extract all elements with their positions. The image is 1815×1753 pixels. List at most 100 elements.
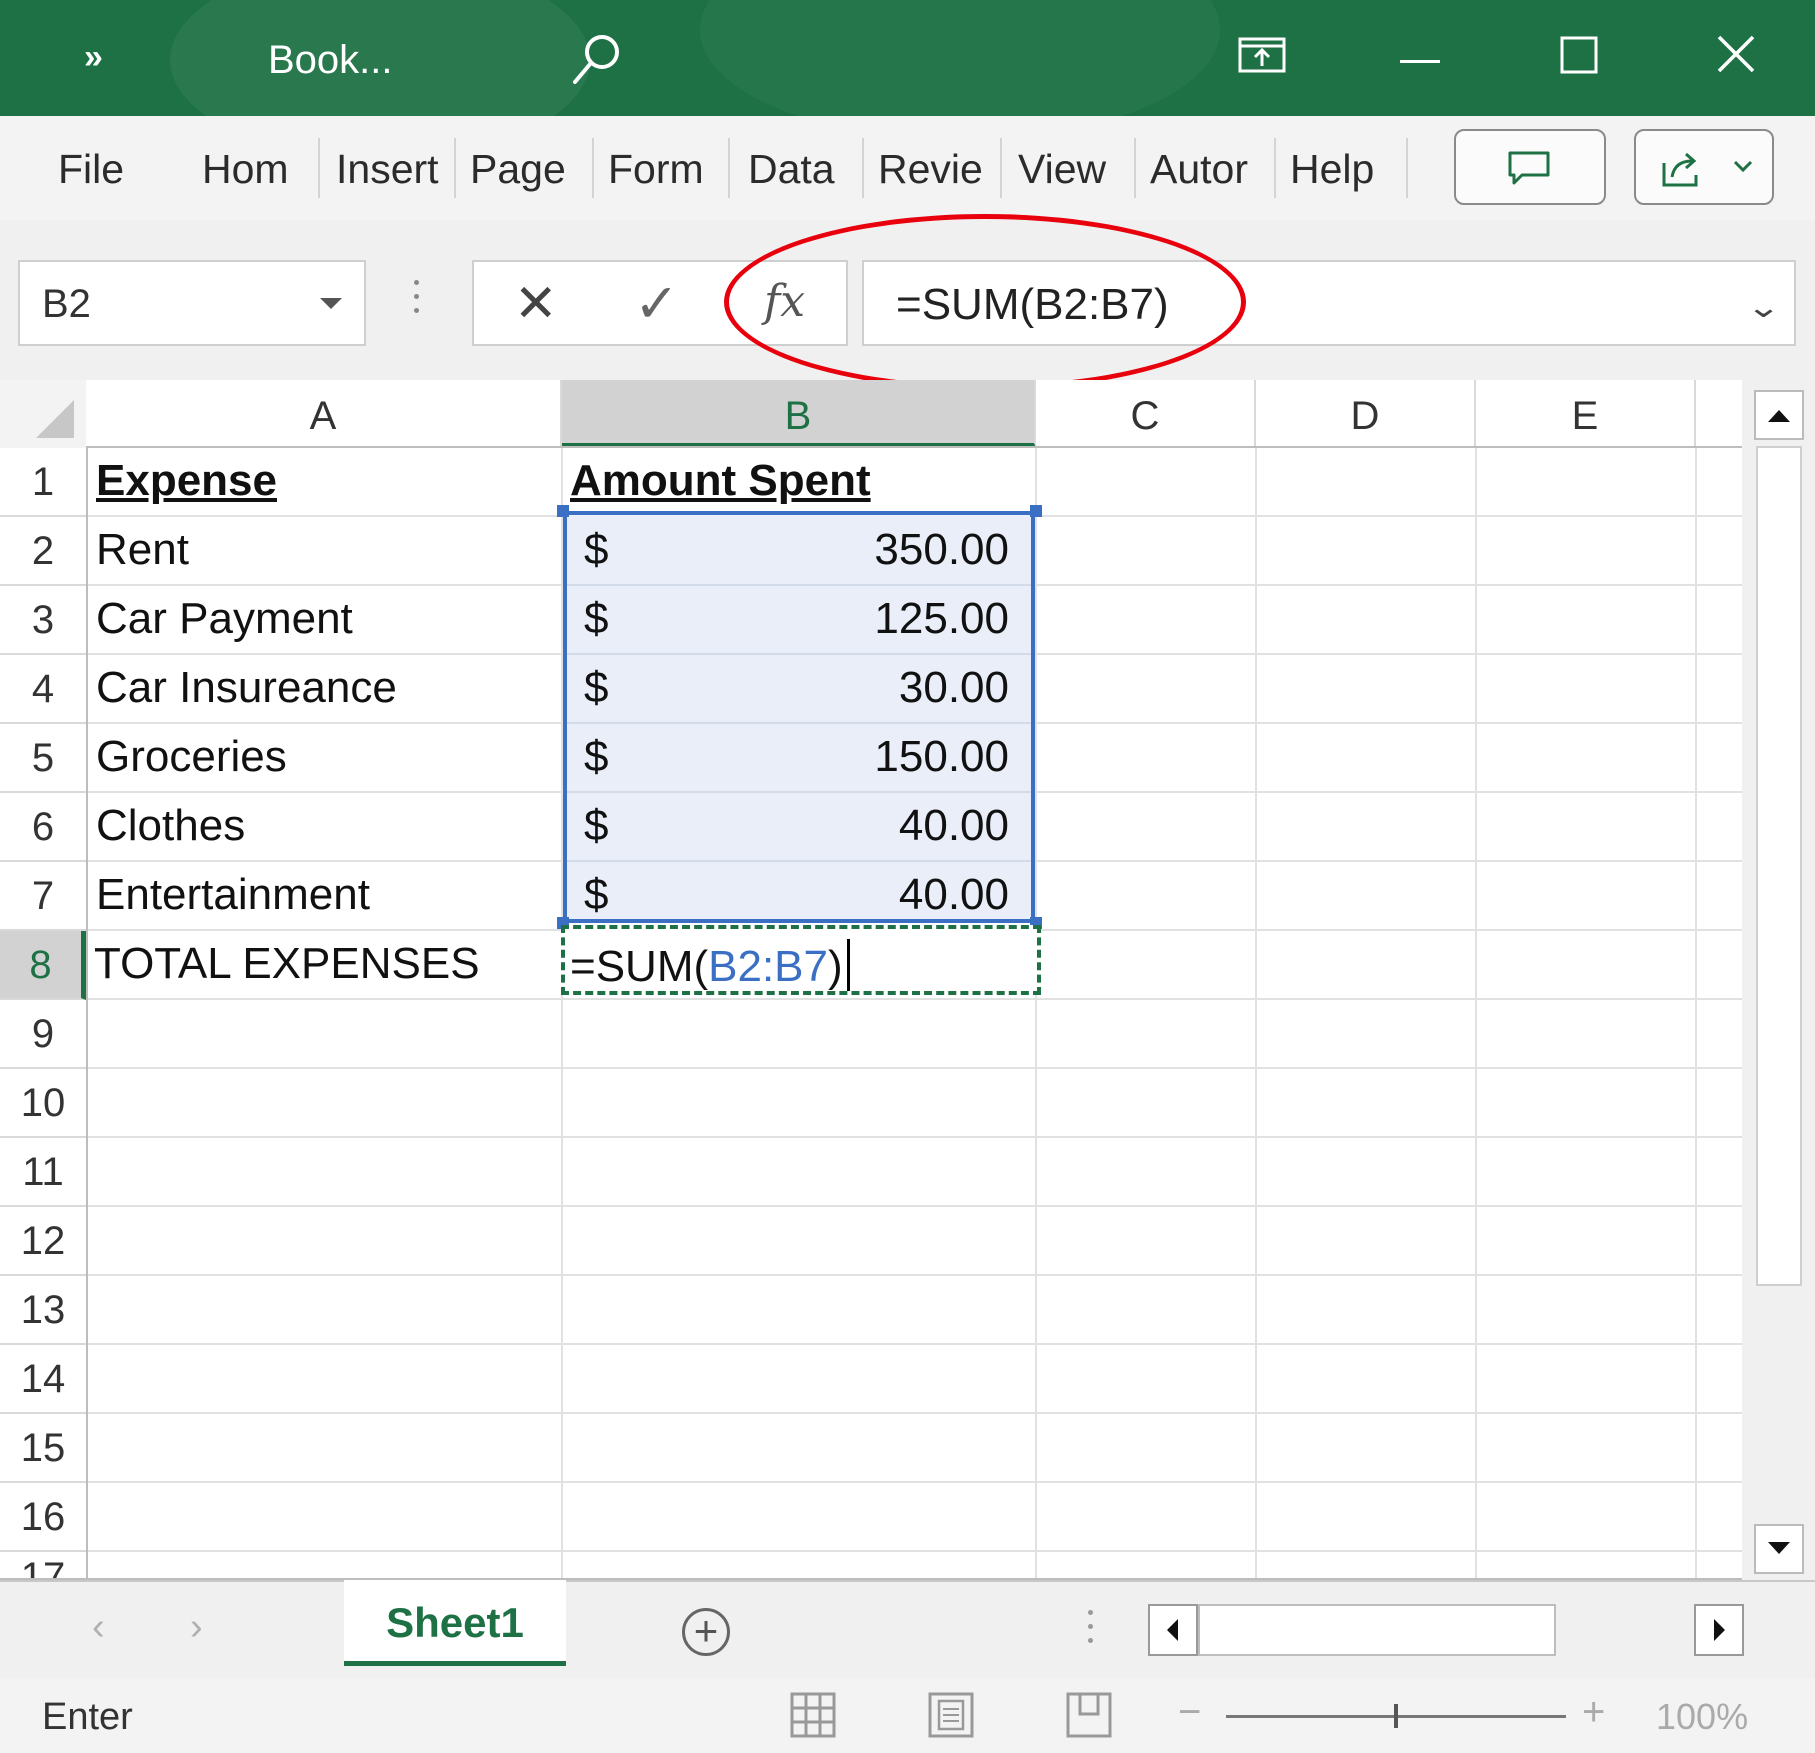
cell-b7-currency: $: [584, 870, 609, 919]
close-icon[interactable]: [1716, 34, 1756, 74]
cancel-icon[interactable]: ✕: [514, 274, 558, 334]
vertical-scroll-thumb[interactable]: [1756, 446, 1802, 1286]
row-header-9[interactable]: 9: [0, 1000, 86, 1069]
row-header-12[interactable]: 12: [0, 1207, 86, 1276]
minimize-icon[interactable]: [1400, 52, 1440, 63]
horizontal-scroll-thumb[interactable]: [1198, 1604, 1556, 1656]
row-header-3[interactable]: 3: [0, 586, 86, 655]
column-header-a[interactable]: A: [86, 380, 562, 448]
cell-a2[interactable]: Rent: [96, 525, 189, 575]
grid-line: [88, 1343, 1742, 1345]
row-header-1[interactable]: 1: [0, 448, 86, 517]
menu-view[interactable]: View: [1018, 146, 1106, 193]
cell-b1[interactable]: Amount Spent: [570, 456, 871, 506]
cell-a8[interactable]: TOTAL EXPENSES: [94, 939, 480, 989]
select-all-button[interactable]: [0, 380, 86, 448]
row-header-divider: [86, 448, 88, 1580]
more-commands-button[interactable]: »: [84, 38, 103, 77]
range-handle[interactable]: [1030, 505, 1042, 517]
previous-sheet-icon[interactable]: ‹: [92, 1606, 105, 1649]
menu-insert[interactable]: Insert: [336, 146, 442, 193]
page-break-preview-icon[interactable]: [1066, 1692, 1112, 1738]
column-header-partial: [1696, 380, 1742, 448]
workbook-title[interactable]: Book...: [268, 38, 393, 83]
row-header-6[interactable]: 6: [0, 793, 86, 862]
row-header-7[interactable]: 7: [0, 862, 86, 931]
search-icon[interactable]: [566, 30, 626, 90]
menu-formulas[interactable]: Form: [608, 146, 704, 193]
insert-function-icon[interactable]: fx: [764, 276, 805, 327]
row-header-10[interactable]: 10: [0, 1069, 86, 1138]
vertical-scrollbar[interactable]: [1742, 380, 1815, 1580]
sheet-tab-sheet1[interactable]: Sheet1: [344, 1580, 566, 1666]
enter-icon[interactable]: ✓: [634, 272, 679, 335]
menu-page[interactable]: Page: [470, 146, 566, 193]
share-button[interactable]: [1634, 129, 1774, 205]
menu-separator: [1134, 138, 1136, 198]
row-header-5[interactable]: 5: [0, 724, 86, 793]
menu-data[interactable]: Data: [748, 146, 835, 193]
range-handle[interactable]: [557, 505, 569, 517]
next-sheet-icon[interactable]: ›: [190, 1606, 203, 1649]
row-header-17[interactable]: 17: [0, 1552, 86, 1580]
status-bar: Enter − + 100%: [0, 1678, 1815, 1753]
menu-help[interactable]: Help: [1290, 146, 1374, 193]
menu-home[interactable]: Hom: [202, 146, 308, 193]
zoom-out-button[interactable]: −: [1178, 1690, 1201, 1735]
formula-prefix: =SUM(: [570, 942, 709, 991]
cell-b8-formula[interactable]: =SUM(B2:B7): [570, 939, 850, 992]
maximize-icon[interactable]: [1560, 36, 1598, 74]
cell-b6-amount[interactable]: 40.00: [899, 801, 1009, 851]
formula-reference: B2:B7: [708, 942, 828, 991]
scroll-left-button[interactable]: [1148, 1604, 1198, 1656]
add-sheet-icon[interactable]: +: [682, 1608, 730, 1656]
normal-view-icon[interactable]: [790, 1692, 836, 1738]
expand-formula-bar-icon[interactable]: ⌄: [1746, 290, 1781, 325]
comments-button[interactable]: [1454, 129, 1606, 205]
cell-a3[interactable]: Car Payment: [96, 594, 353, 644]
zoom-slider-thumb[interactable]: [1394, 1704, 1398, 1728]
cell-a4[interactable]: Car Insureance: [96, 663, 397, 713]
cell-b4-amount[interactable]: 30.00: [899, 663, 1009, 713]
row-header-15[interactable]: 15: [0, 1414, 86, 1483]
scroll-right-button[interactable]: [1694, 1604, 1744, 1656]
cell-a7[interactable]: Entertainment: [96, 870, 370, 920]
grid-line: [567, 791, 1031, 793]
cell-a6[interactable]: Clothes: [96, 801, 245, 851]
row-header-4[interactable]: 4: [0, 655, 86, 724]
grid-line: [1255, 448, 1257, 1580]
row-header-14[interactable]: 14: [0, 1345, 86, 1414]
zoom-in-button[interactable]: +: [1582, 1690, 1605, 1735]
column-header-c[interactable]: C: [1036, 380, 1256, 448]
column-header-e[interactable]: E: [1476, 380, 1696, 448]
column-header-b[interactable]: B: [562, 380, 1036, 448]
title-bar-decoration: [700, 0, 1220, 116]
formula-bar-resize-handle[interactable]: [414, 280, 420, 322]
menu-separator: [1000, 138, 1002, 198]
row-header-11[interactable]: 11: [0, 1138, 86, 1207]
horizontal-scrollbar[interactable]: [1148, 1604, 1744, 1656]
name-box[interactable]: B2: [18, 260, 366, 346]
cell-a5[interactable]: Groceries: [96, 732, 287, 782]
cell-b5-amount[interactable]: 150.00: [874, 732, 1009, 782]
menu-review[interactable]: Revie: [878, 146, 983, 193]
zoom-level[interactable]: 100%: [1656, 1696, 1748, 1738]
cell-b7-amount[interactable]: 40.00: [899, 870, 1009, 920]
chevron-down-icon[interactable]: [320, 298, 342, 309]
cell-b3-amount[interactable]: 125.00: [874, 594, 1009, 644]
column-header-d[interactable]: D: [1256, 380, 1476, 448]
scroll-down-button[interactable]: [1754, 1524, 1804, 1574]
tab-split-handle[interactable]: [1088, 1610, 1093, 1652]
menu-automate[interactable]: Autor: [1150, 146, 1248, 193]
formula-input[interactable]: =SUM(B2:B7) ⌄: [862, 260, 1796, 346]
row-header-13[interactable]: 13: [0, 1276, 86, 1345]
page-layout-icon[interactable]: [928, 1692, 974, 1738]
row-header-2[interactable]: 2: [0, 517, 86, 586]
cell-a1[interactable]: Expense: [96, 456, 277, 506]
menu-file[interactable]: File: [58, 146, 124, 193]
ribbon-display-icon[interactable]: [1236, 34, 1288, 78]
scroll-up-button[interactable]: [1754, 390, 1804, 440]
row-header-16[interactable]: 16: [0, 1483, 86, 1552]
row-header-8[interactable]: 8: [0, 931, 86, 1000]
cell-b2-amount[interactable]: 350.00: [874, 525, 1009, 575]
